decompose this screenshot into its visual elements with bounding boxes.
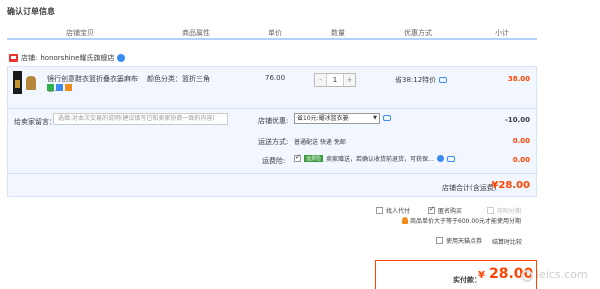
shop-label: 店铺: xyxy=(21,54,38,62)
proxy-pay-checkbox[interactable] xyxy=(376,207,383,214)
header-divider xyxy=(7,38,537,40)
quantity-minus-button[interactable]: - xyxy=(315,74,326,86)
installment-checkbox xyxy=(487,207,494,214)
payment-label: 实付款： xyxy=(453,276,481,284)
shipping-value: 0.00 xyxy=(512,137,530,145)
message-input[interactable]: 选填:对本次交易的说明(建议填写已和卖家协商一致的内容) xyxy=(53,113,228,125)
column-header-shop-item: 店铺宝贝 xyxy=(66,29,94,37)
item-thumbnail[interactable] xyxy=(13,71,22,94)
option-anonymous[interactable]: 匿名购买 xyxy=(428,205,463,215)
quantity-stepper: - 1 + xyxy=(314,73,356,87)
column-header-promo: 优惠方式 xyxy=(404,29,432,37)
item-service-icons xyxy=(47,84,72,91)
coupon-value: -10.00 xyxy=(504,116,530,124)
shop-total-label: 店铺合计(含运费) xyxy=(442,184,497,192)
item-property: 颜色分类：篮折三角 xyxy=(147,75,210,83)
item-subtotal: 38.00 xyxy=(507,75,530,83)
column-header-property: 商品属性 xyxy=(182,29,210,37)
installment-hint: 商品单价大于等于600.00元才能使用分期 xyxy=(402,216,521,225)
payment-currency: ¥ xyxy=(478,270,485,281)
shop-total-value: ¥28.00 xyxy=(491,180,530,191)
item-divider xyxy=(7,108,537,109)
watermark-text: leics.com xyxy=(536,268,588,281)
item-price: 76.00 xyxy=(265,74,286,82)
tmall-points-label: 使用天猫点券 xyxy=(446,238,483,245)
message-label: 给卖家留言： xyxy=(14,118,56,126)
item-thumbnail-basket[interactable] xyxy=(26,76,36,90)
service-guarantee-icon xyxy=(47,84,54,91)
compare-link[interactable]: 结算时比较 xyxy=(492,237,522,246)
insurance-badge: 运费险 xyxy=(304,155,324,162)
option-proxy-pay[interactable]: 找人代付 xyxy=(376,206,410,215)
wangwang-chat-icon[interactable] xyxy=(117,54,126,62)
coupon-label: 店铺优惠: xyxy=(258,117,289,125)
shipping-label: 运送方式: xyxy=(258,138,289,146)
insurance-info-icon[interactable] xyxy=(446,155,455,162)
service-return-icon xyxy=(65,84,72,91)
insurance-value: 0.00 xyxy=(512,156,530,164)
coupon-info-icon[interactable] xyxy=(383,115,391,121)
tmall-points-checkbox[interactable] xyxy=(436,237,443,244)
shop-row: 店铺: honorshine耀氏旗舰店 xyxy=(9,53,126,63)
insurance-help-icon[interactable] xyxy=(436,155,444,162)
installment-hint-text: 商品单价大于等于600.00元才能使用分期 xyxy=(410,218,521,225)
insurance-label: 运费险: xyxy=(262,157,286,165)
insurance-text: 卖家赠送，若确认收货前退货，可获保... xyxy=(326,156,434,163)
promo-text: 省38:12特价 xyxy=(395,76,437,84)
page-title: 确认订单信息 xyxy=(7,7,55,16)
shop-name-link[interactable]: honorshine耀氏旗舰店 xyxy=(40,53,114,63)
total-divider xyxy=(7,173,537,174)
shop-icon xyxy=(9,54,18,62)
promo-info: 省38:12特价 xyxy=(395,75,448,85)
shipping-method: 普通配送 快递 免邮 xyxy=(294,139,346,146)
watermark-logo-icon xyxy=(521,270,533,282)
proxy-pay-label: 找人代付 xyxy=(386,208,411,215)
coupon-select[interactable]: 省10元:耀冰篮衣篓 xyxy=(294,113,380,124)
service-shipping-icon xyxy=(56,84,63,91)
option-installment: 花呗分期 xyxy=(487,206,521,215)
promo-detail-icon[interactable] xyxy=(439,77,448,83)
column-header-price: 单价 xyxy=(268,29,282,37)
insurance-row: 运费险 卖家赠送，若确认收货前退货，可获保... xyxy=(294,153,455,163)
quantity-input[interactable]: 1 xyxy=(326,74,344,86)
column-header-quantity: 数量 xyxy=(331,29,345,37)
anonymous-label: 匿名购买 xyxy=(438,208,463,215)
quantity-plus-button[interactable]: + xyxy=(344,74,355,86)
option-tmall-points[interactable]: 使用天猫点券 xyxy=(436,236,482,245)
anonymous-checkbox[interactable] xyxy=(428,205,435,214)
column-header-subtotal: 小计 xyxy=(495,29,509,37)
insurance-checkbox[interactable] xyxy=(294,153,301,162)
hint-bulb-icon xyxy=(402,217,408,224)
installment-label: 花呗分期 xyxy=(497,208,522,215)
